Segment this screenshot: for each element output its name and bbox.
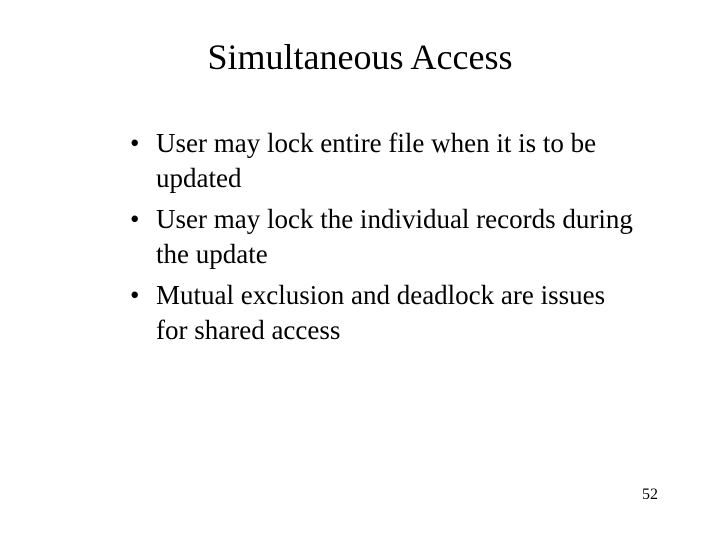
slide: Simultaneous Access User may lock entire… bbox=[0, 0, 720, 540]
list-item: User may lock entire file when it is to … bbox=[130, 126, 640, 196]
bullet-list: User may lock entire file when it is to … bbox=[130, 126, 640, 349]
page-number: 52 bbox=[642, 486, 658, 504]
list-item: Mutual exclusion and deadlock are issues… bbox=[130, 278, 640, 348]
slide-content: User may lock entire file when it is to … bbox=[0, 126, 720, 349]
slide-title: Simultaneous Access bbox=[0, 36, 720, 78]
list-item: User may lock the individual records dur… bbox=[130, 202, 640, 272]
